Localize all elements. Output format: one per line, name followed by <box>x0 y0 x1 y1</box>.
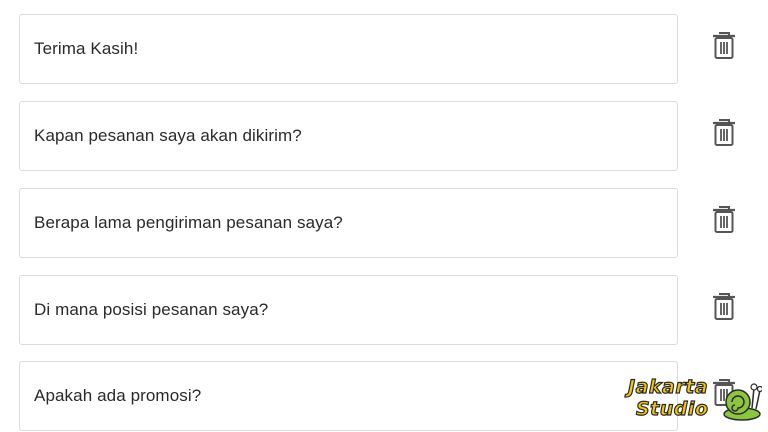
trash-icon[interactable] <box>711 30 737 60</box>
message-field[interactable]: Kapan pesanan saya akan dikirim? <box>19 101 678 171</box>
trash-icon[interactable] <box>711 204 737 234</box>
message-field[interactable]: Berapa lama pengiriman pesanan saya? <box>19 188 678 258</box>
message-text: Terima Kasih! <box>34 39 139 58</box>
message-text: Kapan pesanan saya akan dikirim? <box>34 126 302 145</box>
message-text: Berapa lama pengiriman pesanan saya? <box>34 213 343 232</box>
list-item: Berapa lama pengiriman pesanan saya? <box>19 188 747 260</box>
watermark-logo: Jakarta Studio <box>626 372 764 428</box>
list-item: Terima Kasih! <box>19 14 747 86</box>
quick-replies-list: Terima Kasih! Kapan pesanan saya akan di… <box>0 0 768 432</box>
message-field[interactable]: Apakah ada promosi? <box>19 361 678 431</box>
trash-icon[interactable] <box>711 291 737 321</box>
message-field[interactable]: Terima Kasih! <box>19 14 678 84</box>
message-field[interactable]: Di mana posisi pesanan saya? <box>19 275 678 345</box>
trash-icon[interactable] <box>711 117 737 147</box>
list-item: Di mana posisi pesanan saya? <box>19 275 747 347</box>
message-text: Apakah ada promosi? <box>34 386 202 405</box>
message-text: Di mana posisi pesanan saya? <box>34 300 269 319</box>
watermark-line1: Jakarta <box>627 376 709 398</box>
list-item: Kapan pesanan saya akan dikirim? <box>19 101 747 173</box>
snail-icon <box>723 383 762 421</box>
watermark-line2: Studio <box>635 398 709 420</box>
